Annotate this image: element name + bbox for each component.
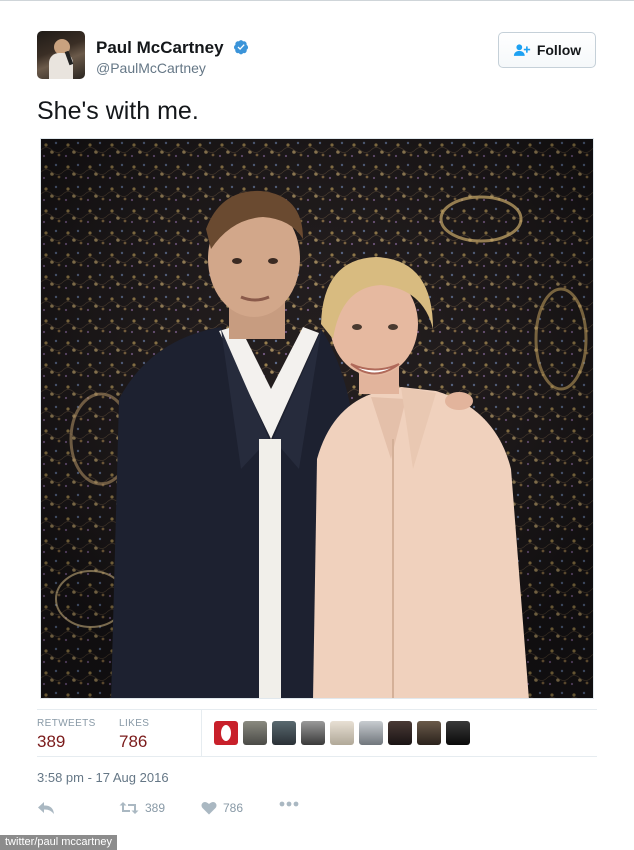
follow-button[interactable]: Follow: [498, 32, 596, 68]
liker-avatar-7[interactable]: [388, 721, 412, 745]
liker-avatar-3[interactable]: [272, 721, 296, 745]
retweets-count: 389: [37, 732, 66, 751]
add-user-icon: [513, 44, 530, 56]
more-button[interactable]: [279, 801, 299, 807]
liker-avatar-8[interactable]: [417, 721, 441, 745]
more-icon: [279, 801, 299, 807]
liker-avatar-6[interactable]: [359, 721, 383, 745]
retweet-button[interactable]: 389: [119, 801, 165, 815]
liker-avatar-9[interactable]: [446, 721, 470, 745]
retweets-label: RETWEETS: [37, 718, 96, 729]
tweet-card: Paul McCartney @PaulMcCartney Follow She…: [0, 0, 634, 850]
liker-avatar-5[interactable]: [330, 721, 354, 745]
tweet-actions: 389 786: [37, 801, 437, 825]
reply-button[interactable]: [37, 801, 55, 815]
heart-icon: [201, 801, 217, 815]
likes-stat[interactable]: LIKES 786: [119, 718, 149, 752]
likes-label: LIKES: [119, 718, 150, 729]
tweet-photo[interactable]: [40, 138, 594, 699]
tweet-timestamp[interactable]: 3:58 pm - 17 Aug 2016: [37, 770, 169, 785]
reply-icon: [38, 802, 54, 814]
liker-avatar-1[interactable]: [214, 721, 238, 745]
liker-avatar-4[interactable]: [301, 721, 325, 745]
retweet-icon: [119, 802, 139, 814]
liker-avatars: [214, 721, 470, 745]
likes-count: 786: [119, 732, 148, 751]
like-count: 786: [223, 801, 244, 815]
retweet-count: 389: [145, 801, 166, 815]
tweet-text: She's with me.: [37, 97, 199, 125]
author-name[interactable]: Paul McCartney: [96, 38, 224, 58]
tweet-stats: RETWEETS 389 LIKES 786: [37, 709, 597, 757]
stats-divider: [201, 710, 202, 756]
verified-badge-icon: [234, 40, 249, 55]
retweets-stat[interactable]: RETWEETS 389: [37, 718, 96, 752]
like-button[interactable]: 786: [201, 801, 243, 815]
photo-image: [41, 139, 593, 698]
author-handle[interactable]: @PaulMcCartney: [96, 60, 206, 76]
liker-avatar-2[interactable]: [243, 721, 267, 745]
author-avatar[interactable]: [37, 31, 85, 79]
follow-label: Follow: [536, 42, 582, 58]
photo-credit: twitter/paul mccartney: [0, 835, 117, 850]
